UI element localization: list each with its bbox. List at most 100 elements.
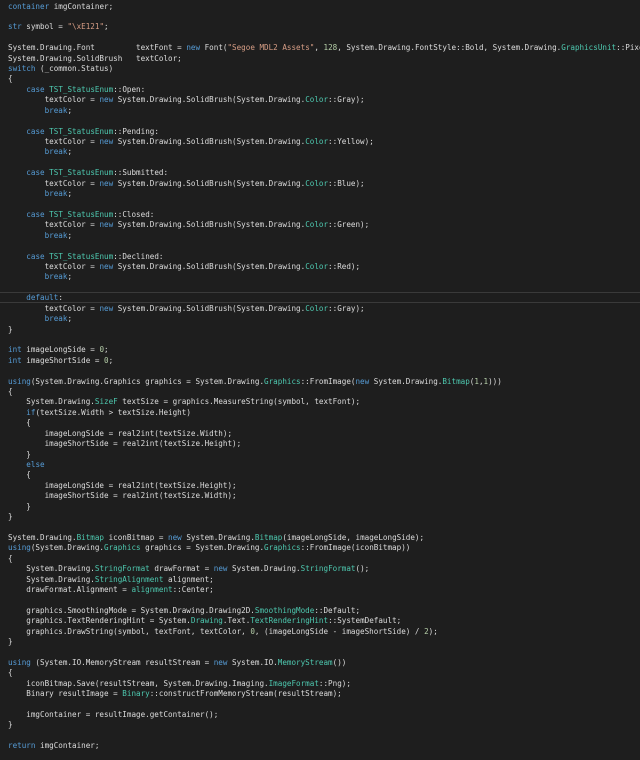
code-line: System.Drawing.Font textFont = new Font(… <box>8 43 640 54</box>
code-token: textColor = <box>8 262 100 271</box>
type-token: Bitmap <box>76 532 105 542</box>
code-line: imageShortSide = real2int(textSize.Heigh… <box>8 439 242 450</box>
code-token: } <box>8 324 13 334</box>
code-line: System.Drawing.StringAlignment alignment… <box>8 574 213 586</box>
type-token: TextRenderingHint <box>250 616 329 626</box>
keyword-token: case <box>26 84 45 94</box>
type-token: TST_StatusEnum <box>49 209 114 219</box>
code-line: return imgContainer; <box>8 741 99 752</box>
code-line: } <box>8 720 13 731</box>
code-token: iconBitmap = <box>104 532 169 542</box>
type-token: SizeF <box>94 397 118 407</box>
code-line: case TST_StatusEnum::Submitted: <box>8 168 168 179</box>
code-line: using (System.IO.MemoryStream resultStre… <box>8 658 346 669</box>
code-line: { <box>8 554 13 565</box>
keyword-token: new <box>99 136 114 146</box>
code-line: { <box>8 387 13 398</box>
type-token: StringFormat <box>94 564 150 574</box>
keyword-token: using <box>8 376 31 386</box>
code-token: ::Declined: <box>113 251 164 261</box>
code-token: ::Green); <box>328 220 370 230</box>
code-line: textColor = new System.Drawing.SolidBrus… <box>8 262 361 273</box>
keyword-token: switch <box>8 64 36 74</box>
code-token: imageShortSide = <box>21 355 105 365</box>
code-token: System.IO. <box>227 657 278 667</box>
code-token: } <box>8 720 13 730</box>
keyword-token: new <box>168 532 182 542</box>
code-token: { <box>8 668 13 678</box>
keyword-token: case <box>26 168 45 178</box>
keyword-token: break <box>44 272 68 282</box>
code-token: ::Submitted: <box>113 168 169 178</box>
code-token: Font( <box>200 43 228 53</box>
code-line: container imgContainer; <box>8 2 113 13</box>
code-token: , System.Drawing.FontStyle::Bold, System… <box>337 43 562 53</box>
code-line: System.Drawing.StringFormat drawFormat =… <box>8 564 369 575</box>
code-token: System.Drawing. <box>8 574 95 584</box>
code-token: ::Pending: <box>113 126 159 136</box>
code-line: } <box>8 512 13 523</box>
code-token: ); <box>428 626 438 636</box>
type-token: SmoothingMode <box>254 605 315 615</box>
code-token: graphics.DrawString(symbol, textFont, te… <box>8 626 251 636</box>
code-token: ; <box>67 105 73 115</box>
code-token: textSize = graphics.MeasureString(symbol… <box>117 397 361 407</box>
keyword-token: break <box>44 189 68 199</box>
code-line: { <box>8 668 13 679</box>
code-token: ::FromImage( <box>300 376 356 386</box>
code-line: System.Drawing.SizeF textSize = graphics… <box>8 397 360 408</box>
code-token: graphics.SmoothingMode = System.Drawing.… <box>8 605 255 615</box>
keyword-token: int <box>8 345 22 355</box>
type-token: Color <box>305 220 329 230</box>
code-editor[interactable]: container imgContainer; str symbol = "\xE… <box>0 0 640 760</box>
code-line: case TST_StatusEnum::Pending: <box>8 127 159 138</box>
code-token: (System.IO.MemoryStream resultStream = <box>30 657 214 667</box>
code-line: } <box>8 637 13 648</box>
code-token: textColor = <box>8 178 100 188</box>
keyword-token: using <box>8 657 31 667</box>
code-token: textColor = <box>8 95 100 105</box>
code-line: imageShortSide = real2int(textSize.Width… <box>8 491 237 502</box>
code-token: drawFormat = <box>149 564 214 574</box>
code-line: textColor = new System.Drawing.SolidBrus… <box>8 137 374 148</box>
type-token: StringFormat <box>300 564 356 574</box>
keyword-token: case <box>26 209 45 219</box>
code-token: ::Red); <box>328 262 361 271</box>
code-token: Binary resultImage = <box>8 689 123 699</box>
code-token: System.Drawing.SolidBrush(System.Drawing… <box>113 95 306 105</box>
code-token: System.Drawing.SolidBrush(System.Drawing… <box>113 262 306 271</box>
code-token: System.Drawing.SolidBrush textColor; <box>8 53 182 63</box>
string-token: "\xE121" <box>67 22 105 32</box>
code-token: System.Drawing. <box>8 397 95 407</box>
code-token: ::Blue); <box>328 178 365 188</box>
type-token: Bitmap <box>442 376 470 386</box>
keyword-token: else <box>26 459 45 469</box>
keyword-token: new <box>99 178 114 188</box>
code-token: imageShortSide = real2int(textSize.Width… <box>8 491 237 501</box>
code-token: ::Gray); <box>328 95 365 105</box>
code-line: int imageShortSide = 0; <box>8 356 113 367</box>
current-line-highlight <box>0 292 640 303</box>
code-token: ; <box>104 345 109 355</box>
type-token: Color <box>305 303 329 313</box>
type-token: TST_StatusEnum <box>49 168 114 178</box>
keyword-token: case <box>26 251 45 261</box>
code-token: graphics = System.Drawing. <box>140 543 265 553</box>
code-token: textColor = <box>8 303 100 313</box>
number-token: 128 <box>323 43 338 53</box>
type-token: Drawing <box>190 616 223 626</box>
code-line: imageLongSide = real2int(textSize.Height… <box>8 481 237 492</box>
code-line: textColor = new System.Drawing.SolidBrus… <box>8 179 365 190</box>
type-token: Binary <box>122 689 150 699</box>
code-token: ; <box>67 314 73 324</box>
code-line: imageLongSide = real2int(textSize.Width)… <box>8 429 232 440</box>
type-token: Color <box>305 262 329 271</box>
code-token: System.Drawing. <box>8 564 95 574</box>
code-token: { <box>8 387 13 397</box>
